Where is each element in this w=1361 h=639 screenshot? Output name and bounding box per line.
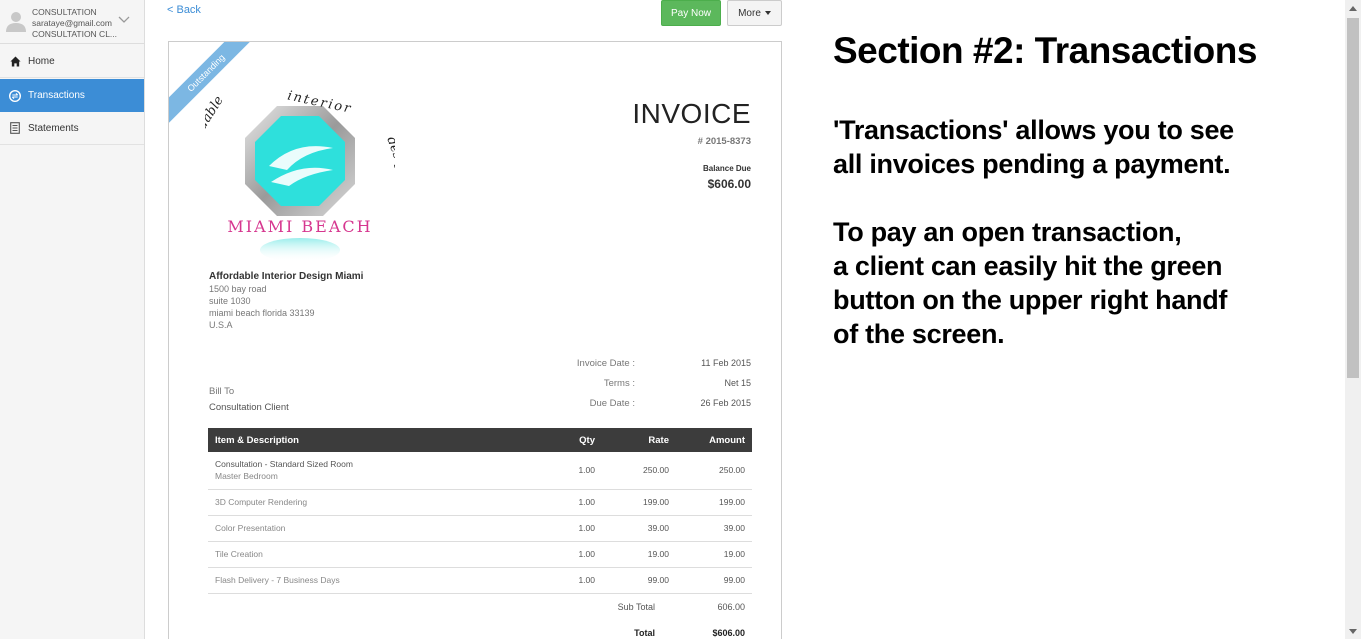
invoice-number: # 2015-8373 <box>697 136 751 147</box>
company-address-line: 1500 bay road <box>209 284 267 294</box>
item-cell: Consultation - Standard Sized Room Maste… <box>208 452 538 490</box>
sidebar-item-label: Home <box>28 55 55 67</box>
invoice-date-label: Invoice Date : <box>576 358 635 369</box>
item-name: Tile Creation <box>208 541 538 568</box>
company-address-line: U.S.A <box>209 320 233 330</box>
user-avatar-icon <box>6 12 26 32</box>
scroll-up-arrow-icon[interactable] <box>1345 0 1361 16</box>
company-name: Affordable Interior Design Miami <box>209 271 364 282</box>
sidebar: CONSULTATION sarataye@gmail.com CONSULTA… <box>0 0 145 639</box>
company-address-line: suite 1030 <box>209 296 251 306</box>
item-name: Consultation - Standard Sized Room <box>215 459 353 470</box>
home-icon <box>9 55 21 67</box>
user-org: CONSULTATION CL... <box>32 29 118 39</box>
table-row: Color Presentation 1.00 39.00 39.00 <box>208 515 752 542</box>
amount-cell: 99.00 <box>676 567 752 594</box>
explanation-line: 'Transactions' allows you to see <box>833 115 1234 145</box>
subtotal-label: Sub Total <box>617 602 655 612</box>
pay-now-button[interactable]: Pay Now <box>661 0 721 26</box>
explanation-line: To pay an open transaction, <box>833 217 1182 247</box>
subtotal-value: 606.00 <box>717 602 745 612</box>
table-row: Consultation - Standard Sized Room Maste… <box>208 452 752 490</box>
user-email: sarataye@gmail.com <box>32 18 112 28</box>
total-value: $606.00 <box>712 628 745 638</box>
explanation-line: all invoices pending a payment. <box>833 149 1231 179</box>
column-header-rate: Rate <box>602 428 676 452</box>
more-dropdown-button[interactable]: More <box>727 0 782 26</box>
section-title: Section #2: Transactions <box>833 30 1257 71</box>
amount-cell: 250.00 <box>676 452 752 490</box>
table-row: 3D Computer Rendering 1.00 199.00 199.00 <box>208 489 752 516</box>
rate-cell: 99.00 <box>602 567 676 594</box>
rate-cell: 19.00 <box>602 541 676 568</box>
due-date-value: 26 Feb 2015 <box>700 398 751 408</box>
terms-label: Terms : <box>603 378 635 389</box>
rate-cell: 250.00 <box>602 452 676 490</box>
line-items-table: Item & Description Qty Rate Amount Consu… <box>208 428 752 594</box>
table-header-row: Item & Description Qty Rate Amount <box>208 428 752 452</box>
balance-due-label: Balance Due <box>702 164 751 173</box>
table-row: Tile Creation 1.00 19.00 19.00 <box>208 541 752 568</box>
amount-cell: 199.00 <box>676 489 752 516</box>
due-date-label: Due Date : <box>589 398 635 409</box>
sidebar-item-transactions[interactable]: Transactions <box>0 79 144 112</box>
qty-cell: 1.00 <box>538 567 602 594</box>
invoice-date-value: 11 Feb 2015 <box>701 358 751 368</box>
svg-text:design: design <box>383 135 395 181</box>
explanation-line: of the screen. <box>833 319 1005 349</box>
sidebar-item-label: Transactions <box>28 90 85 101</box>
qty-cell: 1.00 <box>538 489 602 516</box>
invoice-title: INVOICE <box>632 98 751 129</box>
user-menu[interactable]: CONSULTATION sarataye@gmail.com CONSULTA… <box>0 0 144 44</box>
svg-text:affordable: affordable <box>205 93 227 158</box>
sidebar-item-statements[interactable]: Statements <box>0 112 144 145</box>
company-address-line: miami beach florida 33139 <box>209 308 315 318</box>
svg-text:MIAMI BEACH: MIAMI BEACH <box>227 217 372 236</box>
more-label: More <box>738 7 761 19</box>
qty-cell: 1.00 <box>538 515 602 542</box>
explanation-line: button on the upper right handf <box>833 285 1228 315</box>
total-label: Total <box>634 628 655 638</box>
terms-value: Net 15 <box>724 378 751 388</box>
bill-to-value: Consultation Client <box>209 402 289 413</box>
item-description: Master Bedroom <box>215 471 278 482</box>
sidebar-item-home[interactable]: Home <box>0 45 144 78</box>
table-row: Flash Delivery - 7 Business Days 1.00 99… <box>208 567 752 594</box>
qty-cell: 1.00 <box>538 452 602 490</box>
user-account-name: CONSULTATION <box>32 7 97 17</box>
rate-cell: 39.00 <box>602 515 676 542</box>
item-name: 3D Computer Rendering <box>208 489 538 516</box>
scroll-down-arrow-icon[interactable] <box>1345 623 1361 639</box>
amount-cell: 39.00 <box>676 515 752 542</box>
scrollbar-thumb[interactable] <box>1347 18 1359 378</box>
invoice-card: Outstanding affordable interior design M… <box>168 41 782 639</box>
column-header-amount: Amount <box>676 428 752 452</box>
caret-down-icon <box>764 11 771 15</box>
item-name: Color Presentation <box>208 515 538 542</box>
bill-to-label: Bill To <box>209 386 235 397</box>
app-root: CONSULTATION sarataye@gmail.com CONSULTA… <box>0 0 1361 639</box>
back-link[interactable]: < Back <box>167 4 201 16</box>
amount-cell: 19.00 <box>676 541 752 568</box>
column-header-item: Item & Description <box>208 428 538 452</box>
sidebar-item-label: Statements <box>28 122 79 134</box>
item-name: Flash Delivery - 7 Business Days <box>208 567 538 594</box>
explanation-line: a client can easily hit the green <box>833 251 1223 281</box>
balance-due-value: $606.00 <box>707 177 751 191</box>
qty-cell: 1.00 <box>538 541 602 568</box>
company-logo: affordable interior design MIAMI BEACH <box>205 90 395 262</box>
pay-now-label: Pay Now <box>670 7 711 19</box>
statements-icon <box>9 122 21 134</box>
chevron-down-icon[interactable] <box>118 14 130 24</box>
column-header-qty: Qty <box>538 428 602 452</box>
transactions-icon <box>9 89 21 102</box>
rate-cell: 199.00 <box>602 489 676 516</box>
